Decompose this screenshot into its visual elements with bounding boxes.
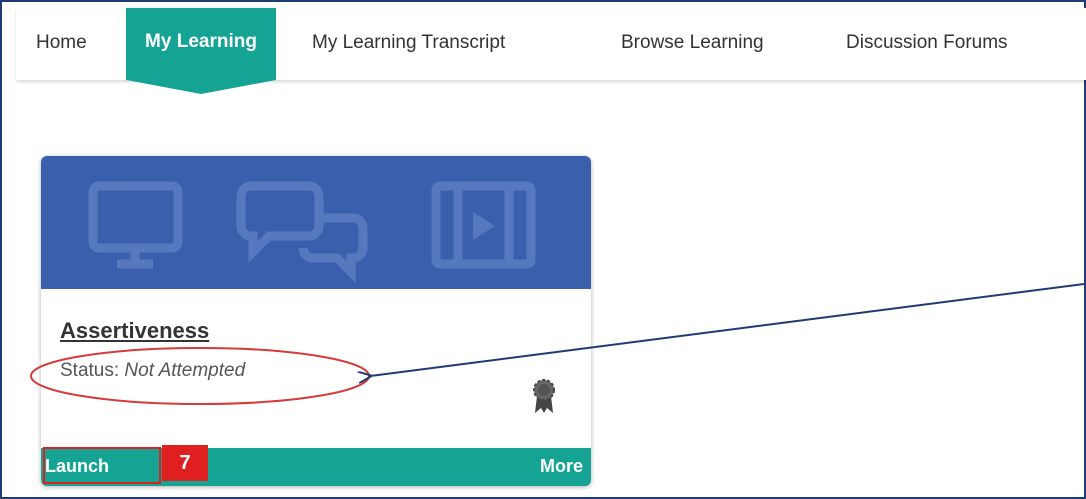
pointer-arrow — [370, 283, 1085, 376]
annotation-overlay — [30, 283, 1085, 405]
status-highlight-ellipse — [30, 347, 370, 405]
